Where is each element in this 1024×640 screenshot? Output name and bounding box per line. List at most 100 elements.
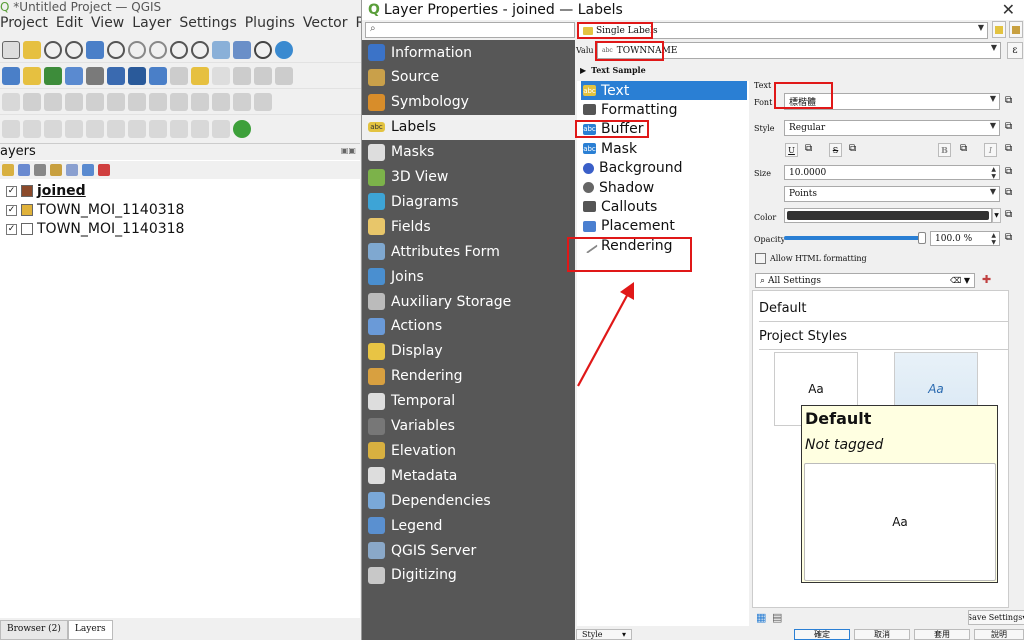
nav-item-legend[interactable]: Legend xyxy=(362,513,575,538)
help-button[interactable]: 說明 xyxy=(974,629,1024,640)
size-unit-combo[interactable]: Points ▼ xyxy=(784,186,1000,202)
tab-placement[interactable]: Placement xyxy=(581,217,747,236)
refresh-icon[interactable] xyxy=(275,40,293,59)
menu-layer[interactable]: Layer xyxy=(128,15,175,37)
data-defined-override-icon[interactable]: ⧉ xyxy=(1005,143,1012,154)
python-plugin-icon[interactable] xyxy=(233,120,251,138)
attribute-table-icon[interactable] xyxy=(128,66,146,85)
tab-browser[interactable]: Browser (2) xyxy=(0,620,68,640)
apply-button[interactable]: 套用 xyxy=(914,629,970,640)
open-attribute-table-icon[interactable] xyxy=(107,66,125,85)
nav-item-fields[interactable]: Fields xyxy=(362,214,575,239)
new-map-view-icon[interactable] xyxy=(212,40,230,59)
save-settings-button[interactable]: Save Settings▾ xyxy=(968,610,1024,625)
label-tool-7-icon[interactable] xyxy=(128,120,146,138)
layer-visibility-checkbox[interactable]: ✓ xyxy=(6,185,17,197)
nav-item-3d-view[interactable]: 3D View xyxy=(362,165,575,190)
allow-html-checkbox-row[interactable]: Allow HTML formatting xyxy=(755,253,867,264)
identify-features-icon[interactable] xyxy=(2,66,20,85)
tab-layers[interactable]: Layers xyxy=(67,620,113,640)
adv-tool-13-icon[interactable] xyxy=(254,92,272,111)
vertex-tool-icon[interactable] xyxy=(254,66,272,85)
allow-html-checkbox[interactable] xyxy=(755,253,766,264)
close-icon[interactable]: ✕ xyxy=(1002,0,1015,19)
statistics-icon[interactable] xyxy=(86,66,104,85)
bold-button[interactable]: B xyxy=(938,143,951,157)
nav-item-elevation[interactable]: Elevation xyxy=(362,438,575,463)
style-menu-button[interactable]: Style ▾ xyxy=(576,629,632,640)
rule-button[interactable] xyxy=(1009,21,1023,38)
label-tool-4-icon[interactable] xyxy=(65,120,83,138)
zoom-layer-icon[interactable] xyxy=(128,40,146,59)
nav-item-masks[interactable]: Masks xyxy=(362,140,575,165)
nav-item-attributes-form[interactable]: Attributes Form xyxy=(362,239,575,264)
label-tool-9-icon[interactable] xyxy=(170,120,188,138)
zoom-last-icon[interactable] xyxy=(170,40,188,59)
data-defined-override-icon[interactable]: ⧉ xyxy=(1005,121,1012,132)
size-spinbox[interactable]: 10.0000 ▲ ▼ xyxy=(784,165,1000,180)
zoom-out-icon[interactable] xyxy=(65,40,83,59)
nav-item-information[interactable]: Information xyxy=(362,40,575,65)
collapse-all-icon[interactable] xyxy=(82,164,94,176)
zoom-next-icon[interactable] xyxy=(191,40,209,59)
adv-tool-1-icon[interactable] xyxy=(2,92,20,111)
label-tool-2-icon[interactable] xyxy=(23,120,41,138)
layer-item-town-moi-2[interactable]: ✓ TOWN_MOI_1140318 xyxy=(6,219,184,239)
menu-vector[interactable]: Vector xyxy=(299,15,352,37)
tab-shadow[interactable]: Shadow xyxy=(581,178,747,197)
temporal-controller-icon[interactable] xyxy=(254,40,272,59)
zoom-selection-icon[interactable] xyxy=(107,40,125,59)
nav-item-diagrams[interactable]: Diagrams xyxy=(362,189,575,214)
data-defined-override-icon[interactable]: ⧉ xyxy=(1005,232,1012,243)
panel-float-icon[interactable]: ▣▣ xyxy=(341,146,356,155)
data-defined-override-icon[interactable]: ⧉ xyxy=(1005,95,1012,106)
nav-item-auxiliary-storage[interactable]: Auxiliary Storage xyxy=(362,289,575,314)
nav-search-input[interactable]: ⌕ xyxy=(365,22,575,38)
adv-tool-12-icon[interactable] xyxy=(233,92,251,111)
data-defined-override-icon[interactable]: ⧉ xyxy=(1005,209,1012,220)
new-3d-view-icon[interactable] xyxy=(233,40,251,59)
nav-item-display[interactable]: Display xyxy=(362,339,575,364)
color-dropdown[interactable]: ▼ xyxy=(992,208,1001,223)
menu-project[interactable]: Project xyxy=(0,15,52,37)
adv-tool-5-icon[interactable] xyxy=(86,92,104,111)
zoom-in-icon[interactable] xyxy=(44,40,62,59)
label-tool-10-icon[interactable] xyxy=(191,120,209,138)
nav-item-actions[interactable]: Actions xyxy=(362,314,575,339)
label-tool-8-icon[interactable] xyxy=(149,120,167,138)
tab-formatting[interactable]: Formatting xyxy=(581,100,747,119)
ok-button[interactable]: 確定 xyxy=(794,629,850,640)
layer-item-town-moi-1[interactable]: ✓ TOWN_MOI_1140318 xyxy=(6,200,184,220)
menu-plugins[interactable]: Plugins xyxy=(241,15,299,37)
nav-item-joins[interactable]: Joins xyxy=(362,264,575,289)
measure-icon[interactable] xyxy=(65,66,83,85)
opacity-slider-handle[interactable] xyxy=(918,232,926,244)
layer-visibility-checkbox[interactable]: ✓ xyxy=(6,204,17,216)
digitize-pencil-icon[interactable] xyxy=(170,66,188,85)
node-tool-icon[interactable] xyxy=(275,66,293,85)
cancel-button[interactable]: 取消 xyxy=(854,629,910,640)
tab-callouts[interactable]: Callouts xyxy=(581,197,747,216)
label-tool-5-icon[interactable] xyxy=(86,120,104,138)
list-view-icon[interactable]: ▤ xyxy=(772,611,782,624)
expression-button[interactable]: ε xyxy=(1007,42,1023,59)
strikeout-button[interactable]: S xyxy=(829,143,842,157)
menu-edit[interactable]: Edit xyxy=(52,15,87,37)
nav-item-digitizing[interactable]: Digitizing xyxy=(362,563,575,588)
select-features-icon[interactable] xyxy=(23,66,41,85)
pan-to-selection-icon[interactable] xyxy=(23,40,41,59)
nav-item-qgis-server[interactable]: QGIS Server xyxy=(362,538,575,563)
label-tool-11-icon[interactable] xyxy=(212,120,230,138)
move-feature-icon[interactable] xyxy=(233,66,251,85)
text-sample-section[interactable]: ▶ Text Sample xyxy=(580,65,646,75)
adv-tool-9-icon[interactable] xyxy=(170,92,188,111)
map-tips-icon[interactable] xyxy=(149,66,167,85)
layer-item-joined[interactable]: ✓ joined xyxy=(6,181,86,201)
adv-tool-7-icon[interactable] xyxy=(128,92,146,111)
remove-layer-icon[interactable] xyxy=(98,164,110,176)
expand-all-icon[interactable] xyxy=(66,164,78,176)
label-tool-6-icon[interactable] xyxy=(107,120,125,138)
clear-icon[interactable]: ⌫ ▼ xyxy=(950,276,970,285)
data-defined-override-icon[interactable]: ⧉ xyxy=(1005,166,1012,177)
adv-tool-2-icon[interactable] xyxy=(23,92,41,111)
